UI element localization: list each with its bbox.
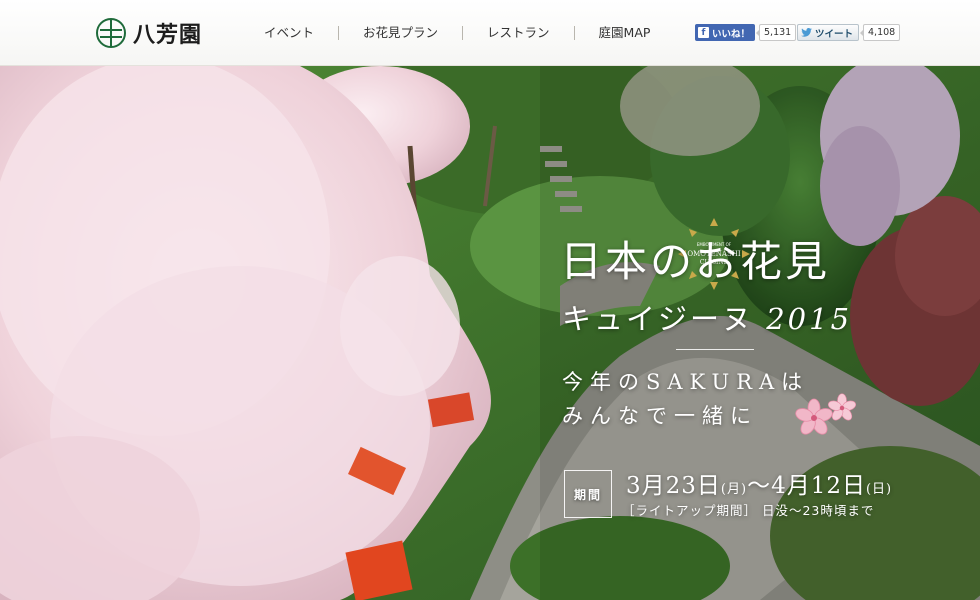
hero-title-cuisine: キュイジーヌ [562, 302, 755, 336]
hero-title-year: 2015 [766, 302, 853, 336]
facebook-like-label: いいね！ [712, 28, 751, 40]
main-nav: イベント お花見プラン レストラン 庭園MAP [240, 23, 674, 43]
start-day-of-week: (月) [720, 482, 748, 497]
hero-subtitle-line1: 今年のSAKURAは [562, 370, 810, 394]
site-logo[interactable]: 八芳園 [95, 15, 202, 51]
happo-en-logo-icon [96, 18, 126, 48]
nav-item-ohanami-plan[interactable]: お花見プラン [339, 23, 462, 43]
end-date: 4月12日 [771, 473, 866, 499]
hero-subtitle-line2: みんなで一緒に [562, 404, 758, 428]
event-dates: 3月23日(月)～4月12日(日) [626, 466, 892, 500]
facebook-icon: f [698, 27, 709, 38]
start-date: 3月23日 [626, 473, 721, 499]
end-day-of-week: (日) [865, 482, 893, 497]
date-separator: ～ [747, 473, 772, 499]
period-label-box: 期間 [564, 470, 612, 518]
logo-text: 八芳園 [133, 22, 203, 48]
lightup-period-text: ［ライトアップ期間］ 日没～23時頃まで [622, 503, 875, 518]
twitter-tweet-widget: ツイート 4,108 [797, 24, 901, 41]
facebook-like-button[interactable]: f いいね！ [695, 24, 756, 41]
sakura-flower-icon [795, 393, 857, 435]
facebook-like-count: 5,131 [755, 24, 797, 41]
hero-title: 日本のお花見 [560, 237, 831, 286]
nav-item-events[interactable]: イベント [240, 23, 338, 43]
hero-title-line2: キュイジーヌ 2015 [562, 296, 852, 338]
twitter-bird-icon [801, 28, 812, 37]
nav-item-garden-map[interactable]: 庭園MAP [575, 23, 675, 43]
tweet-label: ツイート [815, 28, 854, 40]
facebook-like-widget: f いいね！ 5,131 [695, 24, 797, 41]
nav-item-restaurant[interactable]: レストラン [463, 23, 574, 43]
tweet-button[interactable]: ツイート [797, 24, 860, 41]
title-divider [676, 349, 754, 350]
site-header: 八芳園 イベント お花見プラン レストラン 庭園MAP f いいね！ 5,131… [0, 0, 980, 66]
tweet-count: 4,108 [859, 24, 901, 41]
